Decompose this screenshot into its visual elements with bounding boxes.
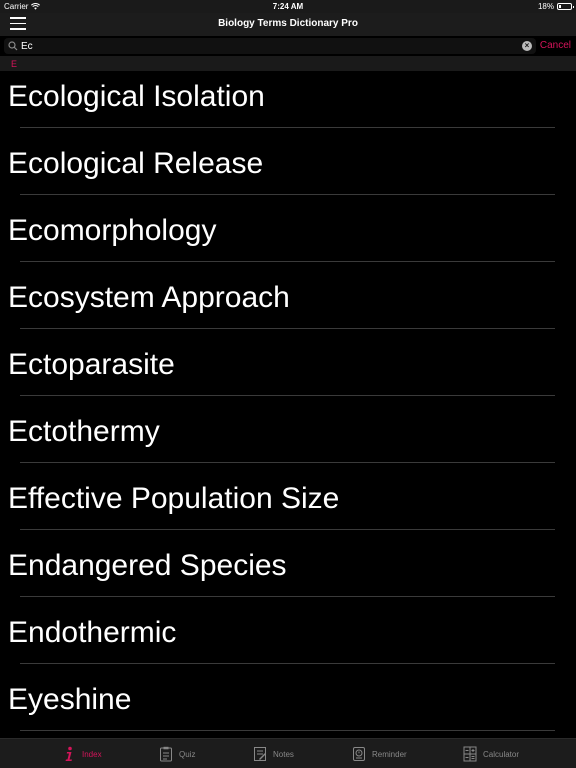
- tab-label: Quiz: [179, 749, 196, 759]
- search-bar: × Cancel: [0, 36, 576, 56]
- list-item[interactable]: Ectoparasite: [0, 339, 576, 406]
- section-header: E: [0, 56, 576, 71]
- tab-label: Index: [82, 749, 102, 759]
- search-input[interactable]: [21, 39, 501, 53]
- list-item[interactable]: Ecomorphology: [0, 205, 576, 272]
- list-item[interactable]: Endangered Species: [0, 540, 576, 607]
- term-label: Ecological Release: [8, 147, 264, 180]
- term-label: Effective Population Size: [8, 482, 340, 515]
- search-field[interactable]: ×: [4, 38, 536, 54]
- page-title: Biology Terms Dictionary Pro: [218, 18, 358, 29]
- quiz-icon: [160, 746, 172, 762]
- term-label: Ecomorphology: [8, 214, 217, 247]
- term-label: Eyeshine: [8, 683, 132, 716]
- section-letter: E: [11, 59, 18, 69]
- divider: [20, 328, 555, 329]
- tab-quiz[interactable]: Quiz: [159, 745, 195, 763]
- cancel-button[interactable]: Cancel: [540, 40, 571, 51]
- tab-notes[interactable]: Notes: [253, 745, 294, 763]
- divider: [20, 127, 555, 128]
- status-bar: Carrier 7:24 AM 18%: [0, 0, 576, 13]
- status-time: 7:24 AM: [272, 2, 304, 11]
- tab-calculator[interactable]: Calculator: [463, 745, 519, 763]
- term-label: Ectothermy: [8, 415, 160, 448]
- tab-label: Reminder: [372, 749, 407, 759]
- calculator-icon: [463, 746, 477, 762]
- divider: [20, 663, 555, 664]
- search-icon: [8, 41, 18, 51]
- tab-bar: Index Quiz Notes Reminder Calculator: [0, 738, 576, 768]
- divider: [20, 462, 555, 463]
- terms-list: Ecological Isolation Ecological Release …: [0, 71, 576, 738]
- term-label: Endothermic: [8, 616, 177, 649]
- info-icon: [65, 746, 72, 761]
- tab-label: Calculator: [483, 749, 520, 759]
- divider: [20, 194, 555, 195]
- clear-search-icon[interactable]: ×: [522, 41, 532, 51]
- navigation-bar: Biology Terms Dictionary Pro: [0, 13, 576, 36]
- divider: [20, 529, 555, 530]
- battery-percent: 18%: [537, 2, 554, 11]
- reminder-icon: [353, 747, 365, 761]
- divider: [20, 395, 555, 396]
- divider: [20, 261, 555, 262]
- list-item[interactable]: Effective Population Size: [0, 473, 576, 540]
- list-item[interactable]: Ecosystem Approach: [0, 272, 576, 339]
- term-label: Ectoparasite: [8, 348, 175, 381]
- term-label: Ecosystem Approach: [8, 281, 290, 314]
- tab-label: Notes: [273, 749, 294, 759]
- list-item[interactable]: Eyeshine: [0, 674, 576, 738]
- battery-icon: [557, 3, 574, 10]
- list-item[interactable]: Endothermic: [0, 607, 576, 674]
- list-item[interactable]: Ecological Release: [0, 138, 576, 205]
- list-item[interactable]: Ectothermy: [0, 406, 576, 473]
- term-label: Endangered Species: [8, 549, 287, 582]
- divider: [20, 596, 555, 597]
- list-item[interactable]: Ecological Isolation: [0, 71, 576, 138]
- term-label: Ecological Isolation: [8, 80, 265, 113]
- battery: 18%: [537, 2, 574, 11]
- tab-reminder[interactable]: Reminder: [352, 745, 407, 763]
- notes-icon: [254, 747, 266, 761]
- tab-index[interactable]: Index: [62, 745, 102, 763]
- divider: [20, 730, 555, 731]
